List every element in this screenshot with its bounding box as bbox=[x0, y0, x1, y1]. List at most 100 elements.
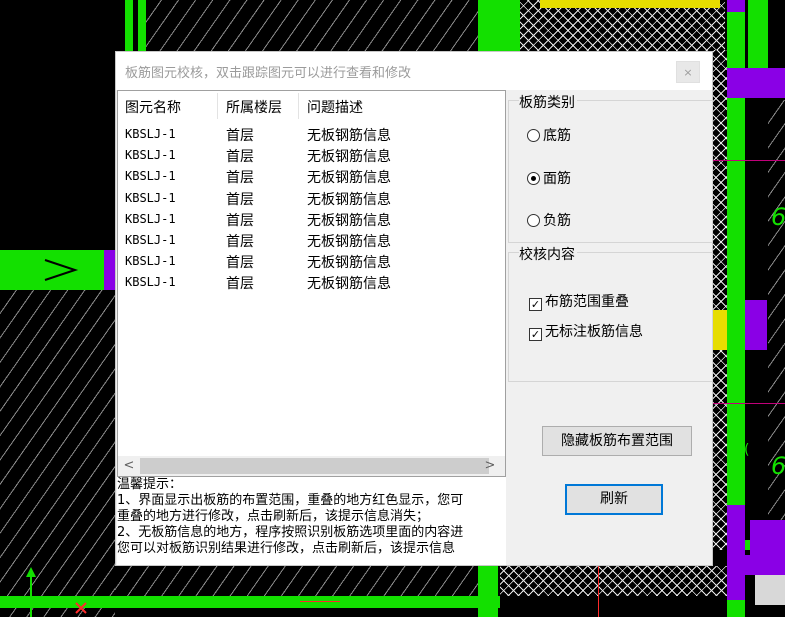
list-row[interactable]: KBSLJ-1 首层 无板钢筋信息 bbox=[118, 208, 505, 229]
column-1 bbox=[104, 250, 115, 290]
cell-floor: 首层 bbox=[226, 276, 254, 293]
dialog-title: 板筋图元校核，双击跟踪图元可以进行查看和修改 bbox=[125, 66, 412, 81]
radio-top-rebar[interactable]: 面筋 bbox=[527, 168, 571, 188]
list-row[interactable]: KBSLJ-1 首层 无板钢筋信息 bbox=[118, 250, 505, 271]
cell-description: 无板钢筋信息 bbox=[307, 191, 391, 208]
cell-name: KBSLJ-1 bbox=[125, 211, 176, 226]
radio-icon[interactable] bbox=[527, 214, 540, 227]
list-row[interactable]: KBSLJ-1 首层 无板钢筋信息 bbox=[118, 187, 505, 208]
rebar-type-group: 板筋类别 底筋 面筋 负筋 bbox=[508, 92, 713, 243]
radio-selected-icon[interactable] bbox=[527, 172, 540, 185]
scroll-left-icon[interactable]: < bbox=[120, 457, 138, 475]
cell-description: 无板钢筋信息 bbox=[307, 149, 391, 166]
beam-v3 bbox=[478, 0, 498, 51]
radio-icon[interactable] bbox=[527, 129, 540, 142]
cell-floor: 首层 bbox=[226, 128, 254, 144]
tips-line: 温馨提示： bbox=[117, 477, 183, 492]
yellow-band-top bbox=[540, 0, 720, 8]
checkbox-checked-icon[interactable]: ✓ bbox=[529, 328, 542, 341]
cell-description: 无板钢筋信息 bbox=[307, 170, 391, 187]
grey-strip bbox=[755, 575, 785, 605]
column-header-name[interactable]: 图元名称 bbox=[125, 97, 181, 119]
cell-description: 无板钢筋信息 bbox=[307, 276, 391, 293]
cell-name: KBSLJ-1 bbox=[125, 127, 176, 141]
column-8 bbox=[745, 555, 785, 575]
list-row[interactable]: KBSLJ-1 首层 无板钢筋信息 bbox=[118, 271, 505, 292]
list-row[interactable]: KBSLJ-1 首层 无板钢筋信息 bbox=[118, 123, 505, 144]
beam-v4 bbox=[498, 0, 520, 51]
title-bar[interactable]: 板筋图元校核，双击跟踪图元可以进行查看和修改 × bbox=[116, 52, 712, 90]
cell-floor: 首层 bbox=[226, 212, 254, 229]
slab-hatch-top bbox=[145, 0, 480, 51]
column-2 bbox=[727, 0, 745, 12]
column-separator[interactable] bbox=[217, 93, 218, 119]
magenta-line-2 bbox=[713, 403, 785, 404]
list-header: 图元名称 所属楼层 问题描述 bbox=[118, 91, 505, 119]
tips-panel: 温馨提示： 1、界面显示出板筋的布置范围，重叠的地方红色显示，您可 重叠的地方进… bbox=[117, 477, 506, 565]
list-row[interactable]: KBSLJ-1 首层 无板钢筋信息 bbox=[118, 229, 505, 250]
column-5 bbox=[745, 300, 767, 350]
radio-label: 面筋 bbox=[543, 171, 571, 187]
scroll-right-icon[interactable]: > bbox=[481, 457, 499, 475]
column-header-floor[interactable]: 所属楼层 bbox=[226, 97, 282, 119]
cell-name: KBSLJ-1 bbox=[125, 169, 176, 184]
magenta-line-1 bbox=[713, 160, 785, 161]
cell-description: 无板钢筋信息 bbox=[307, 234, 391, 250]
tips-line: 重叠的地方进行修改，点击刷新后，该提示信息消失； bbox=[117, 509, 430, 524]
tips-line: 2、无板筋信息的地方，程序按照识别板筋选项里面的内容进 bbox=[117, 525, 464, 540]
checkbox-checked-icon[interactable]: ✓ bbox=[529, 298, 542, 311]
cell-floor: 首层 bbox=[226, 234, 254, 250]
rebar-check-dialog: 板筋图元校核，双击跟踪图元可以进行查看和修改 × 图元名称 所属楼层 问题描述 … bbox=[115, 51, 713, 566]
beam-arrow-icon bbox=[44, 259, 79, 281]
hide-range-button[interactable]: 隐藏板筋布置范围 bbox=[542, 426, 692, 456]
rebar-type-title: 板筋类别 bbox=[519, 92, 577, 112]
list-row[interactable]: KBSLJ-1 首层 无板钢筋信息 bbox=[118, 144, 505, 165]
checkbox-range-overlap[interactable]: ✓ 布筋范围重叠 bbox=[529, 291, 629, 311]
beam-v5 bbox=[478, 566, 498, 617]
cell-name: KBSLJ-1 bbox=[125, 275, 176, 290]
ucs-axis-icon bbox=[26, 567, 87, 617]
column-header-desc[interactable]: 问题描述 bbox=[307, 97, 363, 119]
column-6 bbox=[727, 505, 745, 600]
cad-label-2: 6 bbox=[771, 452, 785, 480]
check-content-group: 校核内容 ✓ 布筋范围重叠 ✓ 无标注板筋信息 bbox=[508, 244, 713, 382]
yellow-band-right bbox=[713, 310, 727, 350]
check-content-title: 校核内容 bbox=[519, 244, 577, 264]
cad-label-3: ( bbox=[744, 442, 750, 458]
refresh-button[interactable]: 刷新 bbox=[565, 484, 663, 515]
radio-bottom-rebar[interactable]: 底筋 bbox=[527, 125, 571, 145]
column-separator[interactable] bbox=[298, 93, 299, 119]
red-line-1 bbox=[300, 601, 340, 602]
radio-label: 底筋 bbox=[543, 128, 571, 144]
close-button[interactable]: × bbox=[676, 61, 700, 83]
cell-name: KBSLJ-1 bbox=[125, 148, 176, 163]
checkbox-label: 布筋范围重叠 bbox=[545, 294, 629, 310]
checkbox-no-annotation[interactable]: ✓ 无标注板筋信息 bbox=[529, 321, 643, 341]
crosshatch-bottom bbox=[500, 566, 745, 596]
cell-floor: 首层 bbox=[226, 191, 254, 208]
cell-name: KBSLJ-1 bbox=[125, 190, 176, 205]
cell-name: KBSLJ-1 bbox=[125, 233, 176, 247]
cad-label-1: 6 bbox=[771, 203, 785, 231]
cell-floor: 首层 bbox=[226, 170, 254, 187]
red-line-2 bbox=[598, 566, 599, 617]
checkbox-label: 无标注板筋信息 bbox=[545, 324, 643, 340]
list-row[interactable]: KBSLJ-1 首层 无板钢筋信息 bbox=[118, 165, 505, 186]
cell-name: KBSLJ-1 bbox=[125, 254, 176, 269]
cell-description: 无板钢筋信息 bbox=[307, 212, 391, 229]
cell-description: 无板钢筋信息 bbox=[307, 128, 391, 144]
horizontal-scrollbar[interactable]: < > bbox=[118, 456, 505, 476]
tips-line: 1、界面显示出板筋的布置范围，重叠的地方红色显示，您可 bbox=[117, 493, 464, 508]
scroll-thumb[interactable] bbox=[140, 458, 489, 474]
issue-list[interactable]: 图元名称 所属楼层 问题描述 KBSLJ-1 首层 无板钢筋信息 KBSLJ-1 首层无… bbox=[117, 90, 506, 477]
cell-floor: 首层 bbox=[226, 149, 254, 166]
radio-negative-rebar[interactable]: 负筋 bbox=[527, 210, 571, 230]
radio-label: 负筋 bbox=[543, 213, 571, 229]
tips-line: 您可以对板筋识别结果进行修改，点击刷新后，该提示信息 bbox=[117, 541, 456, 556]
beam-v2 bbox=[138, 0, 146, 51]
slab-hatch-bottom bbox=[115, 566, 480, 596]
cell-floor: 首层 bbox=[226, 255, 254, 272]
beam-v1 bbox=[125, 0, 133, 51]
column-3 bbox=[745, 68, 785, 98]
cell-description: 无板钢筋信息 bbox=[307, 255, 391, 272]
